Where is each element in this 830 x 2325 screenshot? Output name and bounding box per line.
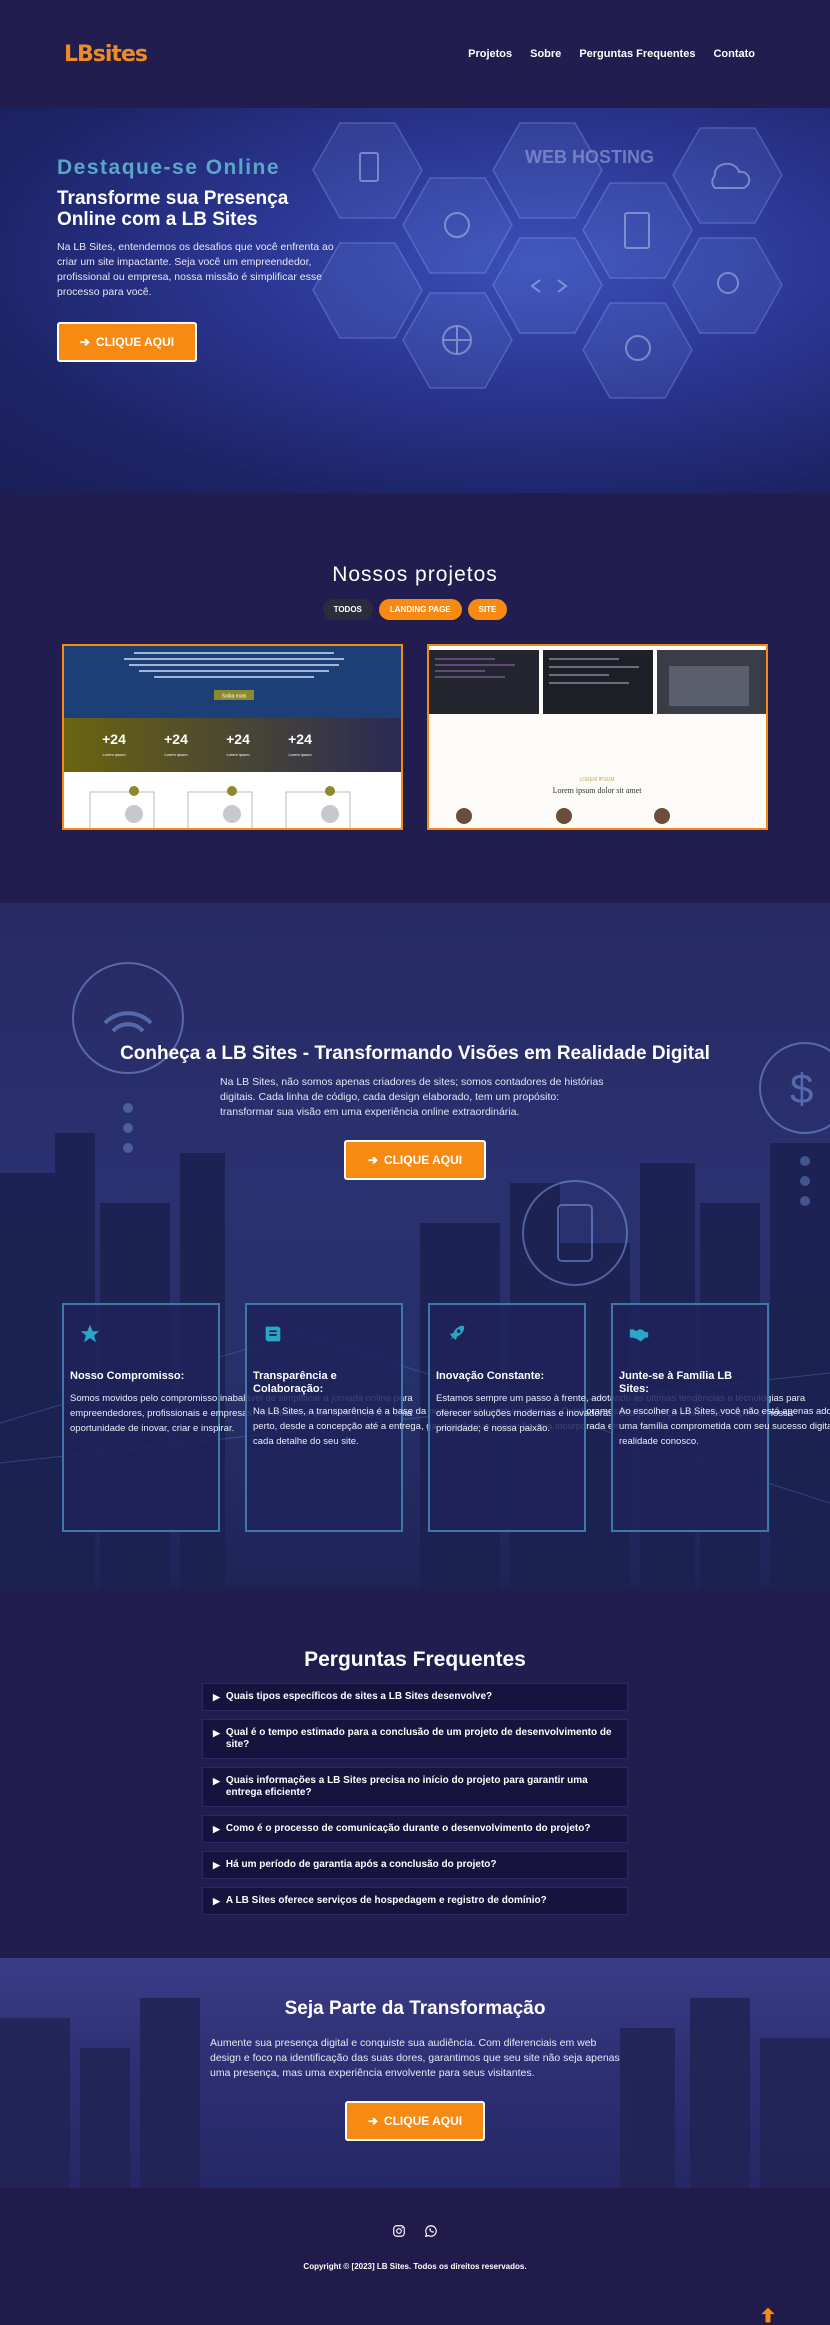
projects-title: Nossos projetos: [332, 563, 498, 586]
faq-title: Perguntas Frequentes: [304, 1648, 526, 1671]
rocket-icon: [449, 1325, 465, 1341]
project1-stat-label-1: Lorem ipsum: [102, 752, 126, 757]
faq-item[interactable]: ▶ Quais tipos específicos de sites a LB S…: [202, 1683, 628, 1711]
cta-content: Seja Parte da Transformação Aumente sua …: [0, 1998, 830, 2141]
project1-stat-label-2: Lorem ipsum: [164, 752, 188, 757]
feature-title: Transparência e Colaboração:: [253, 1370, 337, 1395]
handshake-icon: [629, 1329, 649, 1342]
filter-landing-page[interactable]: LANDING PAGE: [378, 599, 462, 620]
arrow-up-icon[interactable]: [758, 2305, 778, 2325]
feature-title: Junte-se à Família LB Sites:: [619, 1370, 733, 1395]
scroll-icon: [265, 1326, 281, 1342]
feature-title: Nosso Compromisso:: [70, 1370, 185, 1382]
project-thumbnail-1: Saiba mais +24 +24 +24 +24 Lorem ipsum L…: [64, 646, 401, 828]
hero-hexagon-illustration: WEB HOSTING: [312, 122, 783, 399]
chevron-right-icon: ▶: [213, 1692, 220, 1702]
whatsapp-icon[interactable]: [424, 2224, 438, 2238]
arrow-right-icon: ➔: [367, 2114, 378, 2128]
site-footer: Copyright © [2023] LB Sites. Todos os di…: [0, 2188, 830, 2325]
faq-question: A LB Sites oferece serviços de hospedage…: [225, 1895, 547, 1906]
project1-stat-label-4: Lorem ipsum: [288, 752, 312, 757]
hero-content: Destaque-se Online Transforme sua Presen…: [57, 156, 347, 362]
hero-eyebrow: Destaque-se Online: [57, 156, 281, 179]
about-cta-button[interactable]: ➔ CLIQUE AQUI: [344, 1140, 486, 1180]
feature-text: Ao escolher a LB Sites, você não está ap…: [619, 1406, 830, 1447]
project1-stat-2: +24: [164, 731, 188, 747]
hero-cta-button[interactable]: ➔ CLIQUE AQUI: [57, 322, 197, 362]
feature-card-inovacao: Inovação Constante: Estamos sempre um pa…: [428, 1303, 805, 1532]
project2-title: Lorem ipsum dolor sit amet: [553, 786, 643, 795]
project2-kicker: LOREM IPSUM: [579, 777, 614, 783]
faq-question: Há um período de garantia após a conclus…: [225, 1859, 497, 1870]
project-thumbnail-2: LOREM IPSUM Lorem ipsum dolor sit amet: [429, 646, 766, 828]
project1-stat-1: +24: [102, 731, 126, 747]
faq-question: Qual é o tempo estimado para a conclusão…: [225, 1727, 612, 1750]
feature-card-familia: Junte-se à Família LB Sites: Ao escolher…: [611, 1303, 830, 1532]
project1-stat-4: +24: [288, 731, 312, 747]
instagram-icon[interactable]: [392, 2224, 406, 2238]
about-cta-label: CLIQUE AQUI: [383, 1153, 463, 1167]
filter-todos[interactable]: TODOS: [322, 599, 373, 620]
about-content: Conheça a LB Sites - Transformando Visõe…: [0, 1043, 830, 1180]
project-filters: TODOS LANDING PAGE SITE: [0, 599, 830, 620]
faq-list: ▶ Quais tipos específicos de sites a LB S…: [202, 1683, 628, 1923]
feature-card-compromisso: Nosso Compromisso: Somos movidos pelo co…: [62, 1303, 413, 1532]
chevron-right-icon: ▶: [213, 1728, 220, 1738]
cta-section: Seja Parte da Transformação Aumente sua …: [0, 1958, 830, 2188]
chevron-right-icon: ▶: [213, 1824, 220, 1834]
faq-item[interactable]: ▶ Como é o processo de comunicação durant…: [202, 1815, 628, 1843]
project-card-site[interactable]: LOREM IPSUM Lorem ipsum dolor sit amet: [427, 644, 768, 830]
feature-card-transparencia: Transparência e Colaboração: Na LB Sites…: [245, 1303, 631, 1532]
project1-cta-label: Saiba mais: [222, 694, 247, 700]
about-section: $ Conheça a LB Sites - Transformando Vis…: [0, 903, 830, 1588]
project1-stat-3: +24: [226, 731, 250, 747]
chevron-right-icon: ▶: [213, 1896, 220, 1906]
faq-question: Quais tipos específicos de sites a LB Si…: [225, 1691, 493, 1702]
filter-site[interactable]: SITE: [467, 599, 508, 620]
nav-link-contato[interactable]: Contato: [713, 48, 755, 60]
page: LBsites Projetos Sobre Perguntas Frequen…: [0, 0, 830, 2325]
feature-cards: Nosso Compromisso: Somos movidos pelo co…: [62, 1303, 830, 1532]
social-links: [0, 2224, 830, 2238]
cta-title: Seja Parte da Transformação: [284, 1998, 546, 2019]
faq-question: Como é o processo de comunicação durante…: [225, 1823, 591, 1834]
nav-link-projetos[interactable]: Projetos: [468, 48, 512, 60]
hero-cta-label: CLIQUE AQUI: [95, 335, 175, 349]
about-text: Na LB Sites, não somos apenas criadores …: [220, 1076, 604, 1118]
project1-stat-label-3: Lorem ipsum: [226, 752, 250, 757]
faq-item[interactable]: ▶ A LB Sites oferece serviços de hospedag…: [202, 1887, 628, 1915]
arrow-right-icon: ➔: [79, 335, 90, 349]
projects-section: Nossos projetos TODOS LANDING PAGE SITE: [0, 493, 830, 903]
site-header: LBsites Projetos Sobre Perguntas Frequen…: [0, 0, 830, 108]
hero-section: WEB HOSTING Destaque-se Online Transform…: [0, 108, 830, 493]
logo[interactable]: LBsites: [64, 42, 148, 67]
chevron-right-icon: ▶: [213, 1776, 220, 1786]
star-icon: [80, 1324, 100, 1343]
cta-button[interactable]: ➔ CLIQUE AQUI: [345, 2101, 485, 2141]
cta-button-label: CLIQUE AQUI: [383, 2114, 463, 2128]
about-title: Conheça a LB Sites - Transformando Visõe…: [120, 1043, 710, 1064]
faq-section: Perguntas Frequentes ▶ Quais tipos especí…: [0, 1588, 830, 1958]
arrow-right-icon: ➔: [367, 1153, 378, 1167]
faq-question: Quais informações a LB Sites precisa no …: [225, 1775, 588, 1798]
hero-text: Na LB Sites, entendemos os desafios que …: [57, 241, 334, 298]
faq-item[interactable]: ▶ Quais informações a LB Sites precisa no…: [202, 1767, 628, 1807]
faq-item[interactable]: ▶ Há um período de garantia após a conclu…: [202, 1851, 628, 1879]
project-card-landing[interactable]: Saiba mais +24 +24 +24 +24 Lorem ipsum L…: [62, 644, 403, 830]
faq-item[interactable]: ▶ Qual é o tempo estimado para a conclusã…: [202, 1719, 628, 1759]
main-nav: Projetos Sobre Perguntas Frequentes Cont…: [468, 48, 755, 60]
nav-link-sobre[interactable]: Sobre: [530, 48, 561, 60]
hero-title: Transforme sua Presença Online com a LB …: [57, 188, 289, 230]
copyright-text: Copyright © [2023] LB Sites. Todos os di…: [303, 2262, 527, 2271]
chevron-right-icon: ▶: [213, 1860, 220, 1870]
feature-title: Inovação Constante:: [436, 1370, 545, 1382]
cta-text: Aumente sua presença digital e conquiste…: [210, 2037, 620, 2079]
nav-link-faq[interactable]: Perguntas Frequentes: [579, 48, 695, 60]
hero-web-hosting-text: WEB HOSTING: [525, 147, 654, 167]
